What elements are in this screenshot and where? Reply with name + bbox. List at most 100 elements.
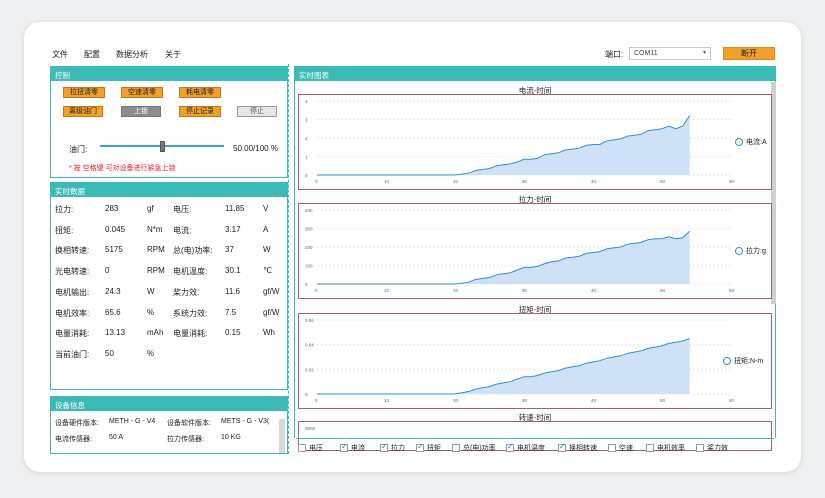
realtime-cell: ℃ bbox=[263, 266, 272, 276]
y-tick-label: 0 bbox=[305, 282, 308, 287]
checkbox-checked-icon[interactable] bbox=[380, 442, 388, 452]
chart-svg: 0.06 0.04 0.02 0 0 10 20 30 40 50 60 bbox=[305, 318, 735, 403]
pull-reset-button[interactable]: 拉扭清零 bbox=[63, 87, 105, 98]
port-value: COM11 bbox=[634, 50, 658, 57]
menu-config[interactable]: 配置 bbox=[84, 49, 100, 60]
port-label: 端口: bbox=[605, 50, 624, 59]
charts-panel-title: 实时图表 bbox=[295, 67, 775, 81]
checkbox-empty-icon[interactable] bbox=[452, 444, 460, 452]
throttle-slider-handle[interactable] bbox=[160, 141, 165, 152]
series-checkbox[interactable]: 电流 bbox=[340, 442, 365, 453]
throttle-level-button[interactable]: 离级油门 bbox=[63, 106, 103, 117]
menu-file[interactable]: 文件 bbox=[52, 49, 68, 60]
power-reset-button[interactable]: 耗电清零 bbox=[179, 87, 221, 98]
realtime-cell: 桨力效: bbox=[173, 287, 200, 297]
series-checkbox[interactable]: 电机温度 bbox=[506, 442, 545, 453]
realtime-cell: % bbox=[147, 348, 155, 358]
control-panel: 控制 拉扭清零 空速清零 耗电清零 离级油门 上锁 停止记录 停止 油门: 50… bbox=[50, 66, 288, 178]
lock-button[interactable]: 上锁 bbox=[121, 106, 161, 117]
checkbox-checked-icon[interactable] bbox=[416, 442, 424, 452]
x-tick-label: 30 bbox=[522, 288, 528, 293]
y-tick-label: 400 bbox=[305, 208, 313, 213]
realtime-cell: 电量消耗: bbox=[173, 329, 208, 339]
realtime-cell: 0.045 bbox=[105, 224, 126, 234]
x-tick-label: 60 bbox=[729, 398, 735, 403]
device-info-title: 设备信息 bbox=[51, 397, 287, 411]
menu-about[interactable]: 关于 bbox=[165, 49, 181, 60]
x-tick-label: 30 bbox=[522, 179, 528, 184]
series-checkbox[interactable]: 空速 bbox=[608, 443, 633, 453]
chart-legend[interactable]: 拉力:g bbox=[735, 246, 766, 256]
x-tick-label: 0 bbox=[315, 288, 318, 293]
legend-label: 扭矩:N-m bbox=[734, 358, 764, 365]
stop-button[interactable]: 停止 bbox=[237, 106, 277, 117]
series-checkbox[interactable]: 换相转速 bbox=[558, 442, 597, 453]
panel-splitter[interactable] bbox=[288, 64, 289, 454]
device-info-scrollbar[interactable] bbox=[279, 419, 285, 453]
current-sensor-label: 电流传感器: bbox=[55, 436, 92, 443]
checkbox-empty-icon[interactable] bbox=[298, 444, 306, 452]
sw-version-value: METS - G - V3( bbox=[221, 418, 270, 425]
realtime-cell: RPM bbox=[147, 245, 165, 255]
y-tick-label: 0 bbox=[305, 392, 308, 397]
chart-plot[interactable]: 400 300 200 100 0 0 10 20 30 40 50 60 拉力:g bbox=[298, 203, 772, 299]
device-info-panel: 设备信息 设备硬件版本: METH - G - V4 设备软件版本: METS … bbox=[50, 396, 288, 454]
checkbox-label: 总(电)功率 bbox=[463, 445, 496, 452]
airspeed-reset-button[interactable]: 空速清零 bbox=[121, 87, 163, 98]
checkbox-checked-icon[interactable] bbox=[506, 442, 514, 452]
control-panel-title: 控制 bbox=[51, 67, 287, 81]
realtime-cell: gf/W bbox=[263, 307, 280, 317]
realtime-cell: 扭矩: bbox=[55, 225, 74, 235]
x-tick-label: 50 bbox=[660, 179, 666, 184]
legend-label: 拉力:g bbox=[746, 248, 766, 255]
series-checkbox[interactable]: 总(电)功率 bbox=[452, 443, 496, 453]
realtime-cell: gf bbox=[147, 204, 154, 213]
chevron-down-icon: ▾ bbox=[702, 50, 706, 56]
port-select[interactable]: COM11 ▾ bbox=[629, 47, 711, 60]
realtime-data-title: 实时数据 bbox=[51, 183, 287, 197]
checkbox-checked-icon[interactable] bbox=[558, 442, 566, 452]
y-tick-label: 4 bbox=[305, 99, 308, 104]
realtime-cell: 65.6 bbox=[105, 307, 121, 317]
x-tick-label: 20 bbox=[453, 179, 459, 184]
realtime-cell: W bbox=[147, 286, 155, 296]
series-checkbox[interactable]: 桨力效 bbox=[696, 443, 728, 453]
realtime-cell: gf/W bbox=[263, 286, 280, 296]
series-checkbox[interactable]: 电压 bbox=[298, 443, 323, 453]
hw-version-label: 设备硬件版本: bbox=[55, 420, 99, 427]
checkbox-empty-icon[interactable] bbox=[646, 444, 654, 452]
y-tick-label: 0.06 bbox=[305, 318, 314, 323]
realtime-cell: 换相转速: bbox=[55, 246, 90, 256]
chart-svg: 432100 10 20 30 40 50 60 bbox=[305, 99, 735, 184]
series-checkbox[interactable]: 电机效率 bbox=[646, 443, 685, 453]
current-sensor-value: 50 A bbox=[109, 434, 124, 441]
hw-version-value: METH - G - V4 bbox=[109, 418, 156, 425]
stop-record-button[interactable]: 停止记录 bbox=[179, 106, 221, 117]
x-tick-label: 60 bbox=[729, 288, 735, 293]
realtime-cell: 283 bbox=[105, 204, 119, 213]
checkbox-label: 电流 bbox=[351, 445, 365, 452]
realtime-cell: V bbox=[263, 204, 269, 213]
series-checkbox[interactable]: 扭矩 bbox=[416, 442, 441, 453]
y-tick-label: 300 bbox=[305, 227, 313, 232]
disconnect-button[interactable]: 断开 bbox=[723, 47, 775, 60]
chart-svg: 400 300 200 100 0 0 10 20 30 40 50 60 bbox=[305, 208, 735, 293]
realtime-cell: 7.5 bbox=[225, 307, 237, 317]
sw-version-label: 设备软件版本: bbox=[167, 420, 211, 427]
chart-legend[interactable]: 扭矩:N-m bbox=[723, 356, 763, 366]
chart-plot[interactable]: 4 3 2 1 0 0 10 20 30 40 50 60 电流:A bbox=[298, 94, 772, 190]
y-tick-label: 1 bbox=[305, 155, 308, 160]
chart-legend[interactable]: 电流:A bbox=[735, 137, 767, 147]
realtime-cell: 系统力效: bbox=[173, 308, 208, 318]
menu-analysis[interactable]: 数据分析 bbox=[116, 49, 148, 60]
realtime-cell: 总(电)功率: bbox=[173, 246, 213, 256]
checkbox-label: 电机效率 bbox=[657, 445, 685, 452]
chart-plot[interactable]: 0.06 0.04 0.02 0 0 10 20 30 40 50 60 扭矩:N-m bbox=[298, 313, 772, 409]
series-checkbox[interactable]: 拉力 bbox=[380, 442, 405, 453]
checkbox-empty-icon[interactable] bbox=[608, 444, 616, 452]
checkbox-empty-icon[interactable] bbox=[696, 444, 704, 452]
realtime-cell: mAh bbox=[147, 328, 164, 338]
checkbox-checked-icon[interactable] bbox=[340, 442, 348, 452]
x-tick-label: 40 bbox=[591, 398, 597, 403]
checkbox-label: 电机温度 bbox=[517, 445, 545, 452]
